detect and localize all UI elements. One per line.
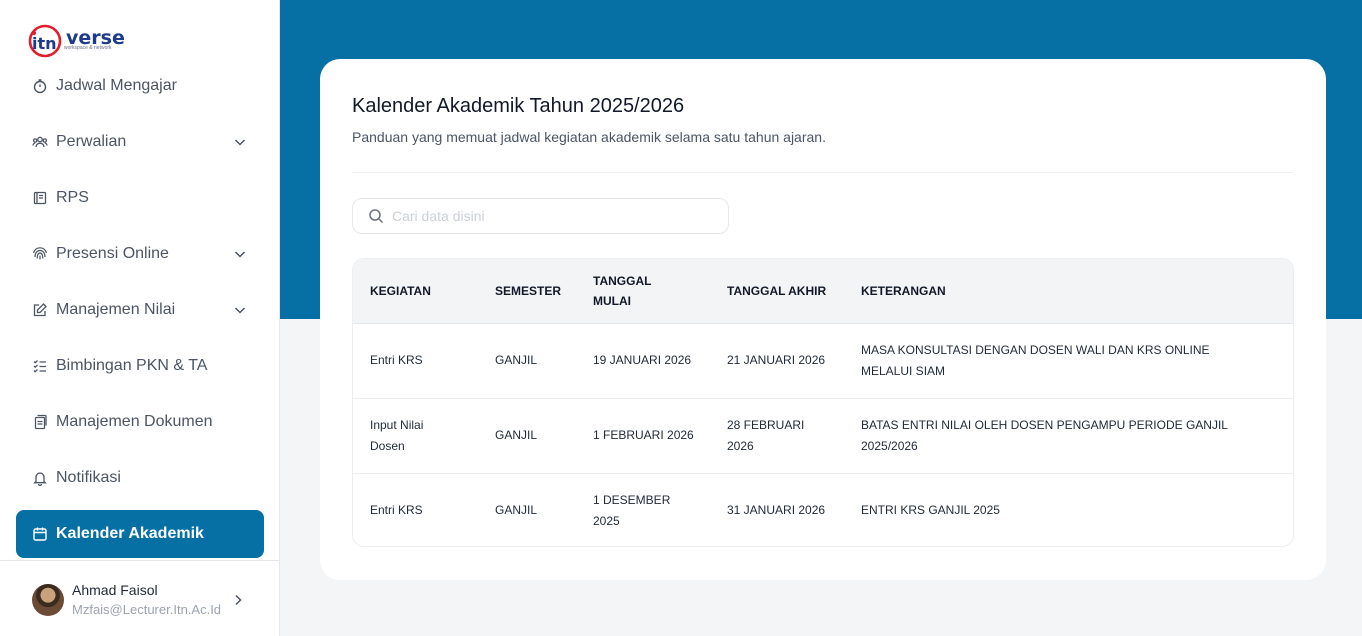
profile-email: Mzfais@Lecturer.Itn.Ac.Id: [72, 602, 222, 617]
sidebar-divider: [0, 560, 280, 561]
column-header-kegiatan[interactable]: KEGIATAN: [353, 259, 478, 323]
sidebar: itn verse workspace & network Jadwal Men…: [0, 0, 280, 636]
bell-icon: [32, 470, 48, 486]
sidebar-item-manajemen-nilai[interactable]: Manajemen Nilai: [16, 286, 264, 334]
cell-tanggal-akhir: 31 JANUARI 2026: [727, 503, 826, 518]
cell-kegiatan: Input Nilai Dosen: [370, 417, 424, 453]
edit-icon: [32, 302, 48, 318]
column-header-tanggal-mulai[interactable]: TANGGAL MULAI: [576, 259, 710, 323]
checklist-icon: [32, 358, 48, 374]
sidebar-item-presensi-online[interactable]: Presensi Online: [16, 230, 264, 278]
search-box[interactable]: [352, 198, 729, 234]
sidebar-item-rps[interactable]: RPS: [16, 174, 264, 222]
page-subtitle: Panduan yang memuat jadwal kegiatan akad…: [352, 129, 826, 145]
column-header-keterangan[interactable]: KETERANGAN: [844, 259, 1293, 323]
user-profile[interactable]: Ahmad Faisol Mzfais@Lecturer.Itn.Ac.Id: [16, 572, 264, 628]
profile-name: Ahmad Faisol: [72, 582, 158, 598]
divider: [352, 172, 1293, 173]
sidebar-item-label: Jadwal Mengajar: [56, 77, 177, 94]
sidebar-nav: Jadwal Mengajar Perwalian RPS Presensi O…: [16, 62, 264, 566]
search-input[interactable]: [392, 208, 712, 224]
brand-logo[interactable]: itn verse workspace & network: [28, 24, 125, 58]
brand-name: verse: [66, 27, 125, 49]
stopwatch-icon: [32, 78, 48, 94]
cell-tanggal-akhir: 28 FEBRUARI 2026: [727, 417, 805, 453]
cell-keterangan: BATAS ENTRI NILAI OLEH DOSEN PENGAMPU PE…: [861, 417, 1228, 453]
sidebar-item-label: Presensi Online: [56, 245, 169, 262]
calendar-table: KEGIATAN SEMESTER TANGGAL MULAI TANGGAL …: [352, 258, 1294, 547]
sidebar-item-jadwal-mengajar[interactable]: Jadwal Mengajar: [16, 62, 264, 110]
cell-semester: GANJIL: [495, 353, 538, 367]
sidebar-item-manajemen-dokumen[interactable]: Manajemen Dokumen: [16, 398, 264, 446]
chevron-down-icon[interactable]: [232, 246, 248, 262]
search-icon: [368, 208, 384, 224]
cell-semester: GANJIL: [495, 428, 538, 442]
sidebar-item-bimbingan[interactable]: Bimbingan PKN & TA: [16, 342, 264, 390]
chevron-right-icon[interactable]: [230, 592, 246, 608]
content-card: Kalender Akademik Tahun 2025/2026 Pandua…: [320, 59, 1326, 580]
sidebar-item-label: Manajemen Nilai: [56, 301, 176, 318]
brand-tagline: workspace & network: [64, 45, 112, 51]
fingerprint-icon: [32, 246, 48, 262]
cell-tanggal-mulai: 19 JANUARI 2026: [593, 353, 692, 367]
sidebar-item-label: Bimbingan PKN & TA: [56, 357, 208, 374]
table-row: Input Nilai Dosen GANJIL 1 FEBRUARI 2026…: [353, 398, 1293, 473]
chevron-down-icon[interactable]: [232, 134, 248, 150]
sidebar-item-notifikasi[interactable]: Notifikasi: [16, 454, 264, 502]
sidebar-item-label: RPS: [56, 189, 89, 206]
sidebar-item-label: Perwalian: [56, 133, 127, 150]
sidebar-item-kalender-akademik[interactable]: Kalender Akademik: [16, 510, 264, 558]
cell-keterangan: ENTRI KRS GANJIL 2025: [861, 503, 1000, 518]
cell-keterangan: MASA KONSULTASI DENGAN DOSEN WALI DAN KR…: [861, 342, 1210, 378]
cell-tanggal-mulai: 1 DESEMBER 2025: [593, 492, 671, 528]
sidebar-item-perwalian[interactable]: Perwalian: [16, 118, 264, 166]
column-header-tanggal-akhir[interactable]: TANGGAL AKHIR: [710, 259, 844, 323]
users-icon: [32, 134, 48, 150]
sidebar-item-label: Manajemen Dokumen: [56, 413, 213, 430]
itn-logo-icon: itn: [28, 24, 62, 58]
svg-text:itn: itn: [32, 34, 57, 53]
page-title: Kalender Akademik Tahun 2025/2026: [352, 95, 685, 117]
chevron-down-icon[interactable]: [232, 302, 248, 318]
avatar: [32, 584, 64, 616]
table-header-row: KEGIATAN SEMESTER TANGGAL MULAI TANGGAL …: [353, 259, 1293, 323]
cell-tanggal-mulai: 1 FEBRUARI 2026: [593, 428, 694, 442]
cell-semester: GANJIL: [495, 503, 538, 518]
table-row: Entri KRS GANJIL 19 JANUARI 2026 21 JANU…: [353, 323, 1293, 398]
cell-kegiatan: Entri KRS: [370, 353, 423, 367]
calendar-icon: [32, 526, 48, 542]
table-row: Entri KRS GANJIL 1 DESEMBER 2025 31 JANU…: [353, 473, 1293, 546]
cell-kegiatan: Entri KRS: [370, 503, 423, 518]
cell-tanggal-akhir: 21 JANUARI 2026: [727, 353, 826, 367]
documents-icon: [32, 414, 48, 430]
sidebar-item-label: Kalender Akademik: [56, 525, 204, 542]
book-icon: [32, 190, 48, 206]
column-header-semester[interactable]: SEMESTER: [478, 259, 576, 323]
sidebar-item-label: Notifikasi: [56, 469, 121, 486]
